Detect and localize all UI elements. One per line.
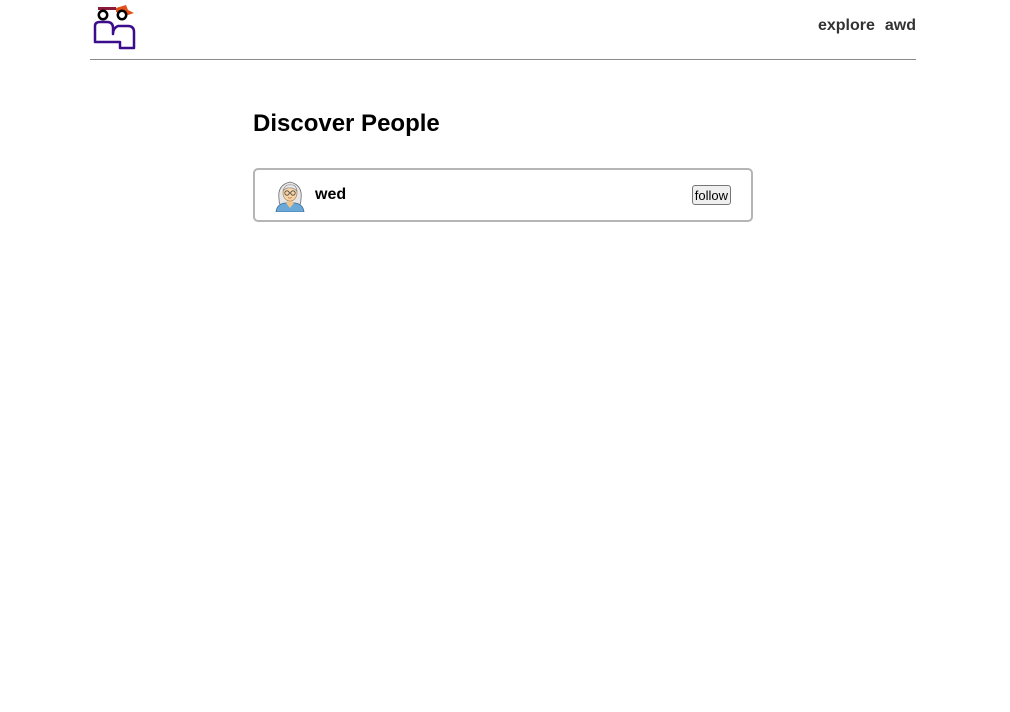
site-header: explore awd bbox=[90, 0, 916, 60]
follow-button[interactable]: follow bbox=[691, 185, 731, 205]
nav-explore-link[interactable]: explore bbox=[818, 17, 875, 35]
person-card: wed follow bbox=[253, 168, 753, 222]
nav-user-link[interactable]: awd bbox=[885, 17, 916, 35]
main-nav: explore awd bbox=[818, 17, 916, 35]
elderly-woman-avatar-icon bbox=[275, 181, 305, 212]
person-name[interactable]: wed bbox=[315, 186, 346, 204]
people-list: wed follow bbox=[253, 168, 753, 222]
people-logo-icon[interactable] bbox=[92, 4, 138, 50]
page-title: Discover People bbox=[253, 110, 440, 137]
